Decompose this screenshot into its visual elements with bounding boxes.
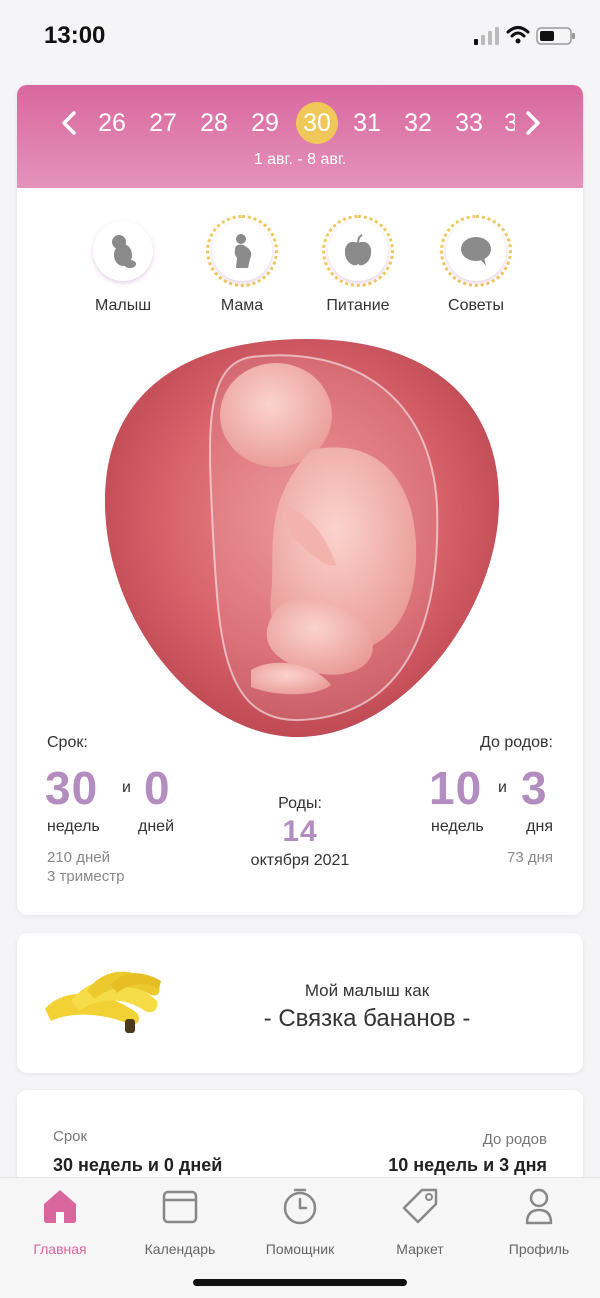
category-tips[interactable]: Советы bbox=[421, 215, 531, 315]
term-and: и bbox=[122, 779, 131, 796]
home-icon bbox=[44, 1190, 76, 1223]
apple-icon bbox=[344, 234, 372, 266]
week-item[interactable]: 34 bbox=[497, 102, 515, 144]
week-item[interactable]: 29 bbox=[244, 102, 286, 144]
banana-bunch-image bbox=[45, 971, 161, 1033]
tab-label: Календарь bbox=[144, 1241, 216, 1257]
calendar-icon bbox=[162, 1190, 198, 1224]
tag-icon bbox=[402, 1188, 438, 1224]
summary-term-value: 30 недель и 0 дней bbox=[53, 1155, 223, 1175]
status-time: 13:00 bbox=[44, 22, 106, 49]
birth-month-year: октября 2021 bbox=[250, 852, 350, 869]
week-item[interactable]: 32 bbox=[397, 102, 439, 144]
tab-label: Главная bbox=[33, 1241, 87, 1257]
chevron-right-icon[interactable] bbox=[521, 107, 545, 139]
week-item[interactable]: 26 bbox=[91, 102, 133, 144]
summary-until-birth-label: До родов bbox=[482, 1131, 547, 1148]
week-item-selected[interactable]: 30 bbox=[296, 102, 338, 144]
baby-size-caption: Мой малыш как bbox=[304, 981, 430, 1000]
tab-label: Профиль bbox=[508, 1241, 570, 1257]
tab-calendar[interactable]: Календарь bbox=[120, 1186, 240, 1257]
week-date-range: 1 авг. - 8 авг. bbox=[253, 151, 347, 168]
baby-icon bbox=[112, 235, 136, 268]
birth-label: Роды: bbox=[278, 795, 322, 812]
until-birth-and: и bbox=[498, 779, 507, 796]
tab-home[interactable]: Главная bbox=[0, 1186, 120, 1257]
cellular-signal-icon bbox=[474, 27, 499, 45]
category-label: Питание bbox=[326, 297, 390, 314]
tab-label: Маркет bbox=[396, 1241, 444, 1257]
category-baby[interactable]: Малыш bbox=[68, 215, 178, 315]
until-birth-weeks-unit: недель bbox=[431, 818, 484, 835]
tab-profile[interactable]: Профиль bbox=[479, 1186, 599, 1257]
week-selector: 26 27 28 29 30 31 32 33 34 1 авг. - 8 ав… bbox=[17, 85, 583, 188]
term-weeks-value: 30 bbox=[45, 762, 99, 814]
week-item[interactable]: 31 bbox=[346, 102, 388, 144]
category-label: Советы bbox=[448, 297, 504, 314]
category-nutrition[interactable]: Питание bbox=[303, 215, 413, 315]
summary-until-birth-value: 10 недель и 3 дня bbox=[388, 1155, 547, 1175]
term-trimester: 3 триместр bbox=[47, 868, 125, 885]
timer-icon bbox=[283, 1188, 317, 1225]
term-days-value: 0 bbox=[144, 762, 171, 814]
birth-day: 14 bbox=[282, 815, 318, 848]
term-total-days: 210 дней bbox=[47, 849, 110, 866]
until-birth-label: До родов: bbox=[480, 734, 553, 751]
week-item[interactable]: 28 bbox=[193, 102, 235, 144]
until-birth-weeks-value: 10 bbox=[429, 762, 483, 814]
pregnancy-week-card: 26 27 28 29 30 31 32 33 34 1 авг. - 8 ав… bbox=[17, 85, 583, 915]
baby-size-card[interactable]: Мой малыш как - Связка бананов - bbox=[17, 933, 583, 1073]
baby-size-fruit: - Связка бананов - bbox=[263, 1005, 471, 1032]
category-mother[interactable]: Мама bbox=[187, 215, 297, 315]
status-bar: 13:00 bbox=[0, 0, 600, 72]
until-birth-days-unit: дня bbox=[526, 818, 553, 835]
tab-assistant[interactable]: Помощник bbox=[240, 1186, 360, 1257]
profile-icon bbox=[525, 1188, 553, 1225]
fetus-illustration bbox=[104, 338, 500, 738]
chat-icon bbox=[461, 237, 491, 266]
category-label: Мама bbox=[220, 297, 264, 314]
battery-icon bbox=[536, 27, 575, 45]
week-item[interactable]: 27 bbox=[142, 102, 184, 144]
term-label: Срок: bbox=[47, 734, 88, 751]
tab-label: Помощник bbox=[265, 1241, 335, 1257]
tab-market[interactable]: Маркет bbox=[360, 1186, 480, 1257]
chevron-left-icon[interactable] bbox=[57, 107, 81, 139]
mother-icon bbox=[234, 234, 252, 268]
term-days-unit: дней bbox=[138, 818, 175, 835]
wifi-icon bbox=[506, 26, 530, 44]
until-birth-total-days: 73 дня bbox=[506, 849, 553, 866]
summary-term-label: Срок bbox=[53, 1128, 88, 1145]
week-item[interactable]: 33 bbox=[448, 102, 490, 144]
category-label: Малыш bbox=[94, 297, 152, 314]
until-birth-days-value: 3 bbox=[521, 762, 548, 814]
week-list: 26 27 28 29 30 31 32 33 34 bbox=[83, 102, 515, 144]
term-weeks-unit: недель bbox=[47, 818, 100, 835]
home-indicator bbox=[193, 1279, 407, 1286]
